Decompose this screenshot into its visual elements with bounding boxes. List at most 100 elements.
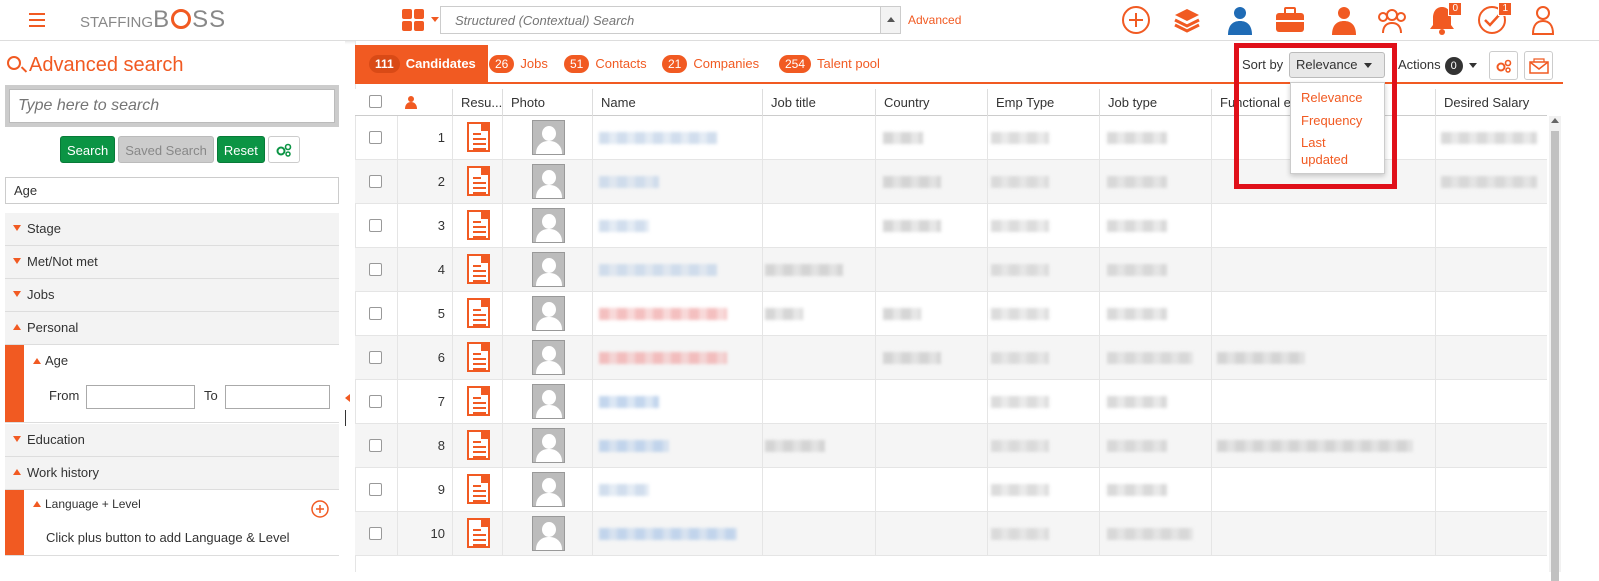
- age-to-input[interactable]: [225, 385, 330, 409]
- row-checkbox[interactable]: [369, 131, 382, 144]
- col-name[interactable]: Name: [592, 89, 762, 116]
- avatar[interactable]: [532, 384, 565, 419]
- sort-option-relevance[interactable]: Relevance: [1301, 89, 1362, 106]
- vertical-scrollbar[interactable]: [1549, 116, 1561, 581]
- col-country[interactable]: Country: [875, 89, 987, 116]
- table-row[interactable]: 8: [355, 424, 1547, 468]
- facet-met[interactable]: Met/Not met: [5, 246, 339, 279]
- avatar[interactable]: [532, 428, 565, 463]
- avatar[interactable]: [532, 120, 565, 155]
- tab-talent-pool[interactable]: 254 Talent pool: [779, 45, 880, 82]
- avatar[interactable]: [532, 296, 565, 331]
- resume-icon[interactable]: [467, 210, 490, 240]
- facet-stage[interactable]: Stage: [5, 213, 339, 246]
- col-job-title[interactable]: Job title: [762, 89, 875, 116]
- candidate-icon[interactable]: [1224, 4, 1256, 36]
- team-icon[interactable]: [1376, 4, 1408, 36]
- resume-icon[interactable]: [467, 474, 490, 504]
- scroll-up-icon[interactable]: [1551, 118, 1559, 123]
- resume-icon[interactable]: [467, 386, 490, 416]
- left-search-input[interactable]: [9, 89, 335, 123]
- add-language-icon[interactable]: [311, 500, 329, 518]
- contact-icon[interactable]: [1328, 4, 1360, 36]
- col-job-type[interactable]: Job type: [1099, 89, 1211, 116]
- row-checkbox[interactable]: [369, 439, 382, 452]
- row-checkbox[interactable]: [369, 483, 382, 496]
- row-checkbox[interactable]: [369, 527, 382, 540]
- language-header[interactable]: Language + Level: [33, 497, 141, 511]
- avatar[interactable]: [532, 164, 565, 199]
- row-checkbox[interactable]: [369, 263, 382, 276]
- resume-icon[interactable]: [467, 122, 490, 152]
- row-checkbox[interactable]: [369, 175, 382, 188]
- table-row[interactable]: 10: [355, 512, 1547, 556]
- email-button[interactable]: [1524, 51, 1553, 80]
- tab-contacts[interactable]: 51 Contacts: [564, 45, 647, 82]
- row-checkbox[interactable]: [369, 219, 382, 232]
- resume-icon[interactable]: [467, 166, 490, 196]
- chevron-down-icon[interactable]: [431, 17, 439, 22]
- settings-button[interactable]: [267, 136, 300, 163]
- tab-jobs[interactable]: 26 Jobs: [489, 45, 548, 82]
- layers-icon[interactable]: [1171, 4, 1203, 36]
- reset-button[interactable]: Reset: [216, 136, 265, 163]
- logo[interactable]: STAFFINGB SS: [80, 6, 226, 34]
- apps-grid-icon[interactable]: [402, 9, 424, 31]
- briefcase-icon[interactable]: [1274, 4, 1306, 36]
- saved-search-button[interactable]: Saved Search: [118, 136, 214, 163]
- tasks-check-icon[interactable]: 1: [1476, 2, 1512, 36]
- col-emp-type[interactable]: Emp Type: [987, 89, 1099, 116]
- panel-splitter[interactable]: [345, 410, 346, 426]
- resume-icon[interactable]: [467, 518, 490, 548]
- age-from-input[interactable]: [86, 385, 195, 409]
- facet-personal[interactable]: Personal: [5, 312, 339, 345]
- add-icon[interactable]: [1120, 4, 1152, 36]
- column-settings-button[interactable]: [1489, 51, 1518, 80]
- table-row[interactable]: 3: [355, 204, 1547, 248]
- menu-icon[interactable]: [29, 13, 45, 27]
- advanced-link[interactable]: Advanced: [908, 13, 961, 27]
- avatar[interactable]: [532, 340, 565, 375]
- table-row[interactable]: 6: [355, 336, 1547, 380]
- resume-icon[interactable]: [467, 430, 490, 460]
- table-row[interactable]: 7: [355, 380, 1547, 424]
- row-checkbox[interactable]: [369, 395, 382, 408]
- row-checkbox[interactable]: [369, 307, 382, 320]
- facet-work-history[interactable]: Work history: [5, 457, 339, 490]
- row-checkbox[interactable]: [369, 351, 382, 364]
- sort-option-last-updated-2[interactable]: updated: [1301, 151, 1348, 168]
- owner-icon[interactable]: [405, 95, 417, 112]
- avatar[interactable]: [532, 516, 565, 551]
- table-row[interactable]: 9: [355, 468, 1547, 512]
- facet-education[interactable]: Education: [5, 424, 339, 457]
- facet-jobs[interactable]: Jobs: [5, 279, 339, 312]
- filter-field[interactable]: Age: [5, 177, 339, 204]
- tab-companies[interactable]: 21 Companies: [662, 45, 759, 82]
- col-desired-salary[interactable]: Desired Salary: [1435, 89, 1547, 116]
- col-photo[interactable]: Photo: [502, 89, 592, 116]
- select-all-checkbox[interactable]: [369, 95, 382, 108]
- col-resume[interactable]: Resu...: [452, 89, 502, 116]
- bell-icon[interactable]: 0: [1426, 2, 1462, 36]
- resume-icon[interactable]: [467, 254, 490, 284]
- avatar[interactable]: [532, 472, 565, 507]
- actions-button[interactable]: Actions 0: [1398, 57, 1463, 75]
- search-button[interactable]: Search: [60, 136, 116, 163]
- structured-search-input[interactable]: [441, 7, 879, 33]
- resume-icon[interactable]: [467, 342, 490, 372]
- resume-icon[interactable]: [467, 298, 490, 328]
- table-row[interactable]: 4: [355, 248, 1547, 292]
- sort-option-frequency[interactable]: Frequency: [1301, 112, 1362, 129]
- profile-icon[interactable]: [1527, 4, 1559, 36]
- search-dropdown-button[interactable]: [880, 7, 900, 33]
- scroll-thumb[interactable]: [1551, 131, 1559, 581]
- tab-candidates[interactable]: 111 Candidates: [355, 45, 488, 82]
- sort-by-select[interactable]: Relevance: [1289, 52, 1385, 78]
- collapse-panel-icon[interactable]: [345, 394, 350, 402]
- avatar[interactable]: [532, 208, 565, 243]
- table-row[interactable]: 5: [355, 292, 1547, 336]
- sort-option-last-updated[interactable]: Last: [1301, 134, 1326, 151]
- chevron-down-icon[interactable]: [1469, 63, 1477, 68]
- avatar[interactable]: [532, 252, 565, 287]
- age-header[interactable]: Age: [33, 353, 68, 368]
